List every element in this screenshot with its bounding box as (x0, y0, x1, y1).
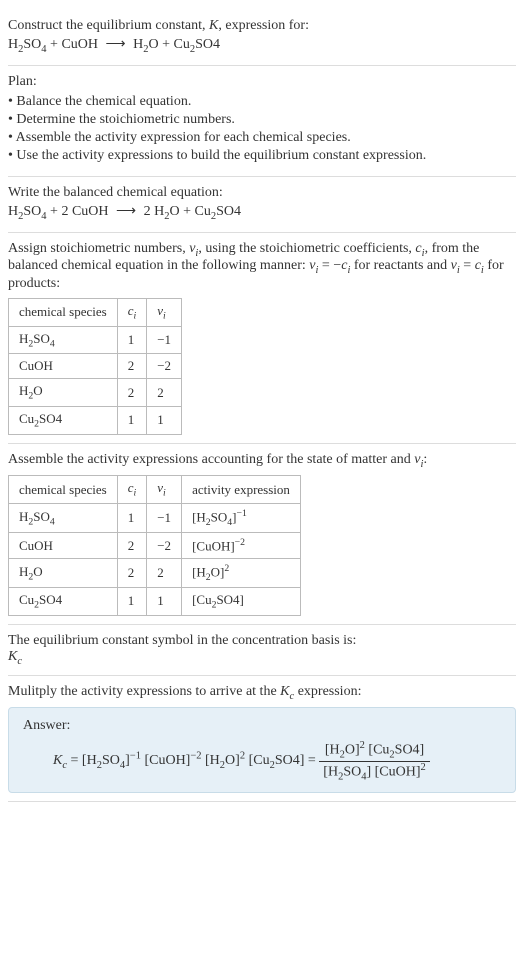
plan-item: Determine the stoichiometric numbers. (8, 112, 516, 128)
multiply-section: Mulitply the activity expressions to arr… (8, 676, 516, 803)
col-nu: νi (147, 299, 182, 327)
plan-item: Balance the chemical equation. (8, 94, 516, 110)
plan-item: Assemble the activity expression for eac… (8, 130, 516, 146)
table-row: H2SO4 1 −1 [H2SO4]−1 (9, 503, 301, 532)
assign-section: Assign stoichiometric numbers, νi, using… (8, 233, 516, 444)
kc-symbol: Kc (8, 649, 516, 667)
cu2so4: Cu2SO4 (173, 37, 220, 52)
answer-equation: Kc = [H2SO4]−1 [CuOH]−2 [H2O]2 [Cu2SO4] … (23, 740, 501, 782)
intro-text-part1: Construct the equilibrium constant, (8, 18, 209, 33)
table-row: H2O 2 2 (9, 379, 182, 407)
activity-title: Assemble the activity expressions accoun… (8, 452, 516, 470)
cuoh: CuOH (61, 37, 98, 52)
plan-item: Use the activity expressions to build th… (8, 148, 516, 164)
table-row: CuOH 2 −2 (9, 354, 182, 379)
intro-section: Construct the equilibrium constant, K, e… (8, 8, 516, 66)
reaction-arrow: ⟶ (106, 37, 126, 52)
answer-box: Answer: Kc = [H2SO4]−1 [CuOH]−2 [H2O]2 [… (8, 707, 516, 793)
plan-list: Balance the chemical equation. Determine… (8, 94, 516, 164)
activity-section: Assemble the activity expressions accoun… (8, 444, 516, 625)
unbalanced-equation: H2SO4 + CuOH ⟶ H2O + Cu2SO4 (8, 36, 516, 55)
table-row: Cu2SO4 1 1 (9, 406, 182, 434)
table-header-row: chemical species ci νi activity expressi… (9, 476, 301, 504)
symbol-text: The equilibrium constant symbol in the c… (8, 633, 516, 649)
fraction: [H2O]2 [Cu2SO4] [H2SO4] [CuOH]2 (319, 740, 429, 782)
col-species: chemical species (9, 299, 118, 327)
intro-text: Construct the equilibrium constant, K, e… (8, 18, 516, 34)
col-ci: ci (117, 299, 147, 327)
symbol-section: The equilibrium constant symbol in the c… (8, 625, 516, 676)
balanced-equation: H2SO4 + 2 CuOH ⟶ 2 H2O + Cu2SO4 (8, 203, 516, 222)
table-header-row: chemical species ci νi (9, 299, 182, 327)
stoich-table: chemical species ci νi H2SO4 1 −1 CuOH 2… (8, 298, 182, 434)
balanced-title: Write the balanced chemical equation: (8, 185, 516, 201)
plan-title: Plan: (8, 74, 516, 90)
h2o: H2O (133, 37, 159, 52)
activity-table: chemical species ci νi activity expressi… (8, 475, 301, 615)
table-row: H2O 2 2 [H2O]2 (9, 559, 301, 588)
h2so4: H2SO4 (8, 37, 47, 52)
balanced-section: Write the balanced chemical equation: H2… (8, 177, 516, 233)
answer-label: Answer: (23, 718, 501, 734)
table-row: CuOH 2 −2 [CuOH]−2 (9, 532, 301, 558)
assign-text: Assign stoichiometric numbers, νi, using… (8, 241, 516, 293)
plan-section: Plan: Balance the chemical equation. Det… (8, 66, 516, 177)
denominator: [H2SO4] [CuOH]2 (319, 762, 429, 782)
table-row: Cu2SO4 1 1 [Cu2SO4] (9, 588, 301, 616)
K-symbol: K (209, 18, 218, 33)
multiply-text: Mulitply the activity expressions to arr… (8, 684, 516, 702)
intro-text-part2: , expression for: (218, 18, 309, 33)
table-row: H2SO4 1 −1 (9, 326, 182, 354)
numerator: [H2O]2 [Cu2SO4] (319, 740, 429, 761)
